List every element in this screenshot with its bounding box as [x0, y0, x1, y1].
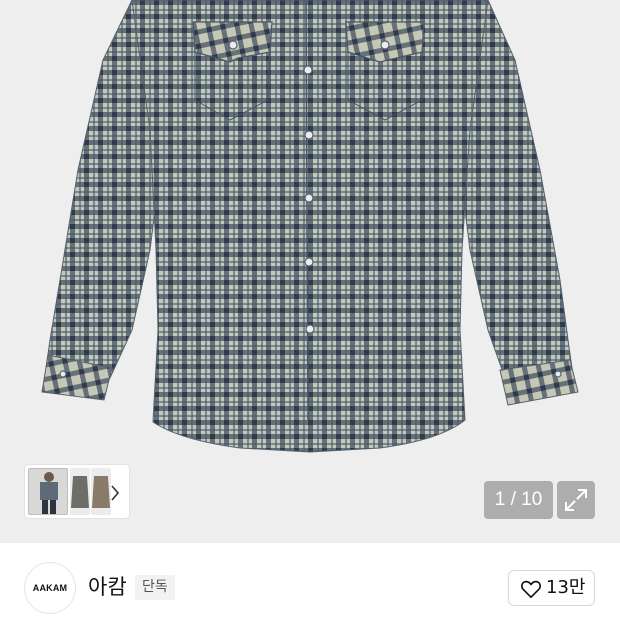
image-page-counter: 1 / 10	[484, 481, 553, 519]
like-count: 13만	[546, 577, 586, 598]
like-button[interactable]: 13만	[508, 570, 595, 606]
product-image-gallery[interactable]: 1 / 10	[0, 0, 620, 543]
thumbnail-model[interactable]	[28, 468, 68, 515]
thumbnail-shirt-3[interactable]	[91, 468, 111, 515]
product-detail-screen: 1 / 10 AAKAM 아캄 단독 13만	[0, 0, 620, 620]
exclusive-badge: 단독	[135, 575, 175, 600]
brand-bar: AAKAM 아캄 단독 13만	[0, 543, 620, 620]
expand-arrows-icon[interactable]	[557, 481, 595, 519]
product-image-plaid-shirt	[41, 0, 579, 453]
brand-logo[interactable]: AAKAM	[24, 562, 76, 614]
brand-name[interactable]: 아캄	[88, 573, 127, 601]
heart-outline-icon	[521, 580, 541, 598]
thumbnail-shirt-2[interactable]	[70, 468, 90, 515]
chevron-right-icon[interactable]	[109, 484, 123, 508]
